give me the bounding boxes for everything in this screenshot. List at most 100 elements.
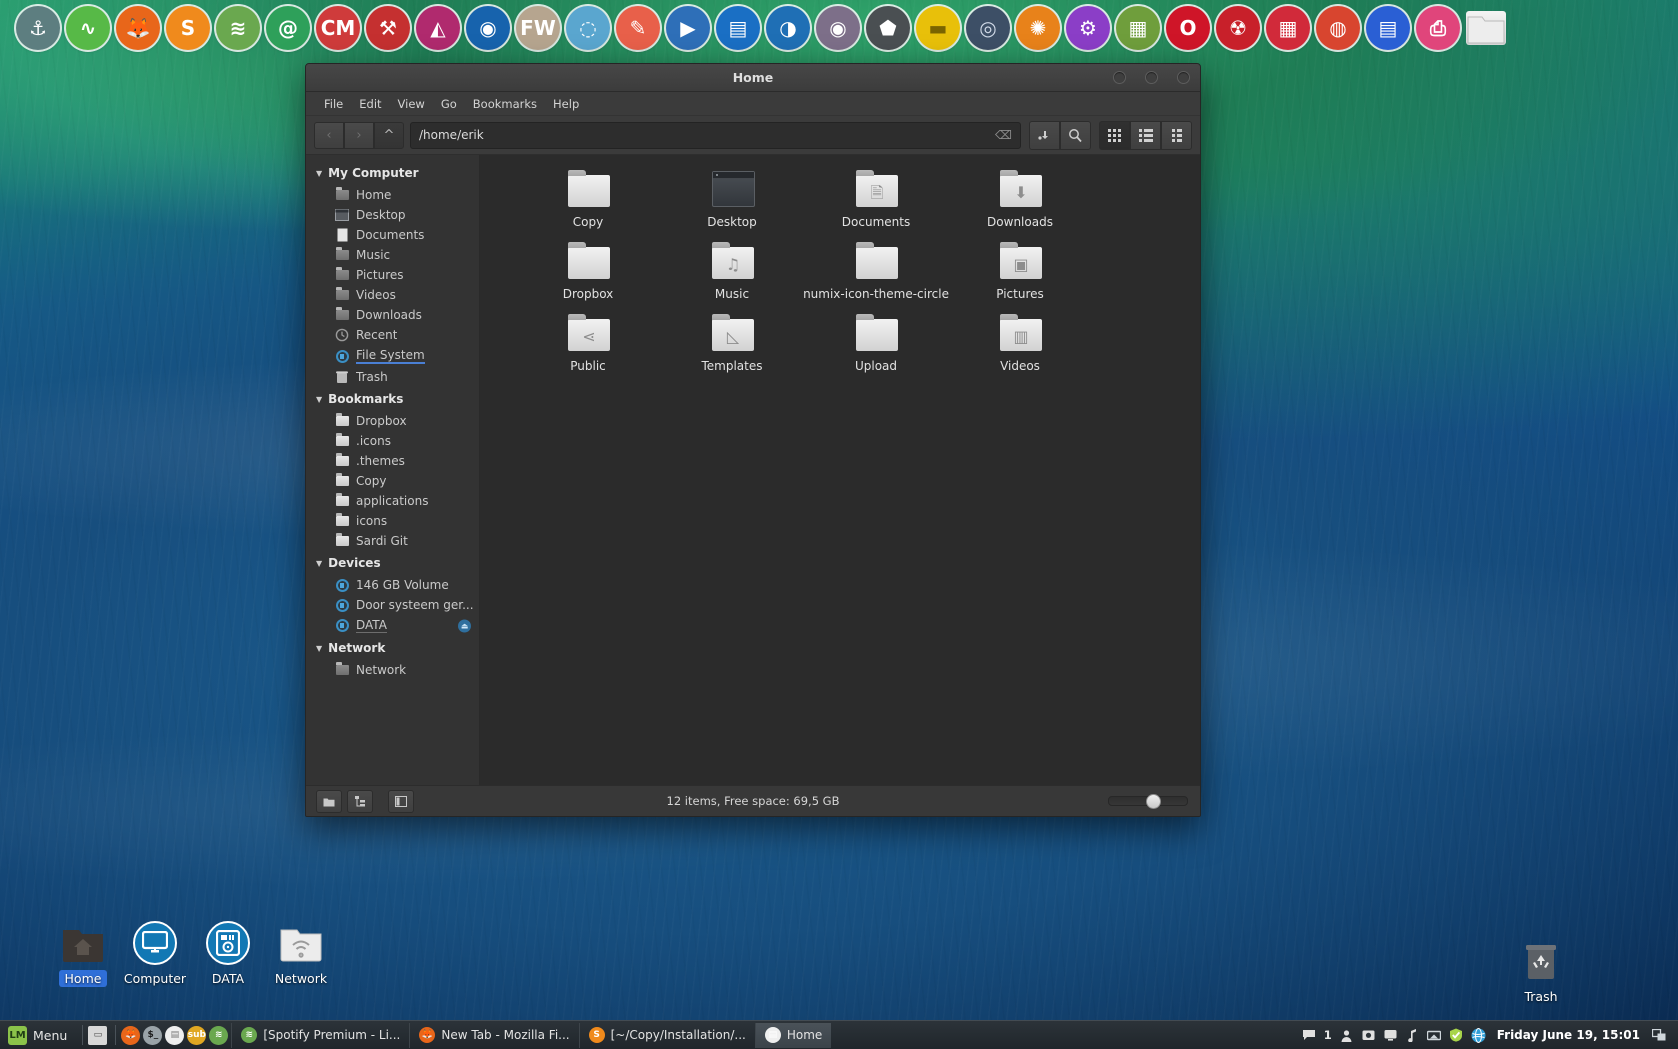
- radioactive-icon[interactable]: ☢: [1216, 6, 1260, 50]
- file-item[interactable]: ⬇ Downloads: [948, 169, 1092, 241]
- sidebar-item-copy[interactable]: Copy: [306, 471, 479, 491]
- taskbar-window-button[interactable]: 🦊 New Tab - Mozilla Fi...: [409, 1022, 578, 1048]
- tools-icon[interactable]: ⚒: [366, 6, 410, 50]
- sound-icon[interactable]: [1405, 1028, 1420, 1043]
- sidebar-item-downloads[interactable]: Downloads: [306, 305, 479, 325]
- back-button[interactable]: ‹: [314, 121, 344, 149]
- clementine-icon[interactable]: CM: [316, 6, 360, 50]
- image-viewer-icon[interactable]: ▤: [716, 6, 760, 50]
- filewalker-icon[interactable]: FW: [516, 6, 560, 50]
- file-item[interactable]: ▥ Videos: [948, 313, 1092, 385]
- screenshot-icon[interactable]: [1361, 1028, 1376, 1043]
- file-item[interactable]: 🗎 Documents: [804, 169, 948, 241]
- firefox-icon[interactable]: 🦊: [116, 6, 160, 50]
- sidebar-item-music[interactable]: Music: [306, 245, 479, 265]
- sidebar-item-home[interactable]: Home: [306, 185, 479, 205]
- gimp-icon[interactable]: ✺: [1016, 6, 1060, 50]
- eject-icon[interactable]: ⏏: [458, 619, 471, 632]
- files-launcher-icon[interactable]: ▤: [165, 1025, 185, 1045]
- taskbar-window-button[interactable]: ≋ [Spotify Premium - Li...: [231, 1022, 409, 1048]
- clear-icon[interactable]: ⌫: [995, 128, 1012, 142]
- folder-icon[interactable]: [1466, 11, 1506, 45]
- file-item[interactable]: Dropbox: [516, 241, 660, 313]
- close-button[interactable]: [1177, 71, 1190, 84]
- sidebar-item-desktop[interactable]: Desktop: [306, 205, 479, 225]
- sidebar-item-sardi-git[interactable]: Sardi Git: [306, 531, 479, 551]
- disc-icon[interactable]: ◎: [966, 6, 1010, 50]
- network-tray-icon[interactable]: [1427, 1028, 1442, 1043]
- sidebar-item-146-gb-volume[interactable]: 146 GB Volume: [306, 575, 479, 595]
- file-item[interactable]: ◺ Templates: [660, 313, 804, 385]
- search-icon[interactable]: [1060, 120, 1091, 150]
- record-icon[interactable]: ◉: [816, 6, 860, 50]
- file-item[interactable]: numix-icon-theme-circle: [803, 241, 949, 313]
- window-titlebar[interactable]: Home: [306, 64, 1200, 92]
- view-icons-button[interactable]: [1099, 120, 1130, 150]
- libreoffice-writer-icon[interactable]: ▤: [1366, 6, 1410, 50]
- statusbar-pane-button[interactable]: [388, 789, 414, 813]
- workspace-switcher-icon[interactable]: [1651, 1028, 1666, 1043]
- plank-anchor-icon[interactable]: ⚓: [16, 6, 60, 50]
- spotify-icon[interactable]: ≋: [216, 6, 260, 50]
- system-monitor-icon[interactable]: ∿: [66, 6, 110, 50]
- zoom-slider[interactable]: [1108, 794, 1188, 809]
- sidebar-group-my-computer[interactable]: ▼ My Computer: [306, 161, 479, 185]
- desktop-icon-network[interactable]: Network: [256, 920, 346, 987]
- sidebar-item-file-system[interactable]: File System: [306, 345, 479, 367]
- video-player-icon[interactable]: ▶: [666, 6, 710, 50]
- spotify-launcher-icon[interactable]: ≋: [209, 1025, 229, 1045]
- sidebar-group-network[interactable]: ▼ Network: [306, 636, 479, 660]
- sidebar-item-videos[interactable]: Videos: [306, 285, 479, 305]
- update-shield-icon[interactable]: [1449, 1028, 1464, 1043]
- statusbar-folder-button[interactable]: [316, 789, 342, 813]
- sidebar-item-applications[interactable]: applications: [306, 491, 479, 511]
- sidebar-item-network[interactable]: Network: [306, 660, 479, 680]
- chrome-icon[interactable]: ◍: [1316, 6, 1360, 50]
- firefox-launcher-icon[interactable]: 🦊: [121, 1025, 141, 1045]
- menu-button[interactable]: LM Menu: [4, 1023, 77, 1048]
- deluge-icon[interactable]: ◑: [766, 6, 810, 50]
- sidebar-item-door-systeem-ger[interactable]: Door systeem ger...: [306, 595, 479, 615]
- hardware-icon[interactable]: ▦: [1116, 6, 1160, 50]
- messages-icon[interactable]: [1302, 1028, 1317, 1043]
- opera-icon[interactable]: O: [1166, 6, 1210, 50]
- file-item[interactable]: ♫ Music: [660, 241, 804, 313]
- sidebar-item-trash[interactable]: Trash: [306, 367, 479, 387]
- sidebar-item-dropbox[interactable]: Dropbox: [306, 411, 479, 431]
- editor-pencil-icon[interactable]: ✎: [616, 6, 660, 50]
- display-icon[interactable]: [1383, 1028, 1398, 1043]
- forward-button[interactable]: ›: [344, 121, 374, 149]
- menu-help[interactable]: Help: [545, 94, 587, 114]
- file-item[interactable]: Upload: [804, 313, 948, 385]
- gparted-icon[interactable]: ⚙: [1066, 6, 1110, 50]
- sidebar-item-recent[interactable]: Recent: [306, 325, 479, 345]
- open-terminal-icon[interactable]: [1029, 120, 1060, 150]
- minimize-button[interactable]: [1113, 71, 1126, 84]
- sublime-text-icon[interactable]: S: [166, 6, 210, 50]
- clock[interactable]: Friday June 19, 15:01: [1497, 1028, 1640, 1042]
- path-entry[interactable]: /home/erik ⌫: [410, 121, 1021, 149]
- menu-bookmarks[interactable]: Bookmarks: [465, 94, 545, 114]
- sidebar-group-devices[interactable]: ▼ Devices: [306, 551, 479, 575]
- view-compact-button[interactable]: [1161, 120, 1192, 150]
- terminal-launcher-icon[interactable]: $_: [143, 1025, 163, 1045]
- file-item[interactable]: ⋖ Public: [516, 313, 660, 385]
- globe-icon[interactable]: [1471, 1027, 1486, 1043]
- file-item[interactable]: ▣ Pictures: [948, 241, 1092, 313]
- show-desktop-icon[interactable]: ▭: [88, 1025, 108, 1045]
- desktop-icon-trash[interactable]: Trash: [1496, 938, 1586, 1005]
- taskbar-window-button[interactable]: S [~/Copy/Installation/...: [578, 1022, 755, 1048]
- sidebar-item-icons[interactable]: icons: [306, 511, 479, 531]
- menu-go[interactable]: Go: [433, 94, 465, 114]
- sidebar-item-icons[interactable]: .icons: [306, 431, 479, 451]
- mail-icon[interactable]: @: [266, 6, 310, 50]
- statusbar-tree-button[interactable]: [347, 789, 373, 813]
- calculator-icon[interactable]: ▦: [1266, 6, 1310, 50]
- inkscape-icon[interactable]: ◭: [416, 6, 460, 50]
- view-list-button[interactable]: [1130, 120, 1161, 150]
- menu-view[interactable]: View: [390, 94, 433, 114]
- menu-file[interactable]: File: [316, 94, 351, 114]
- maximize-button[interactable]: [1145, 71, 1158, 84]
- shield-icon[interactable]: ⬟: [866, 6, 910, 50]
- audacious-icon[interactable]: ◉: [466, 6, 510, 50]
